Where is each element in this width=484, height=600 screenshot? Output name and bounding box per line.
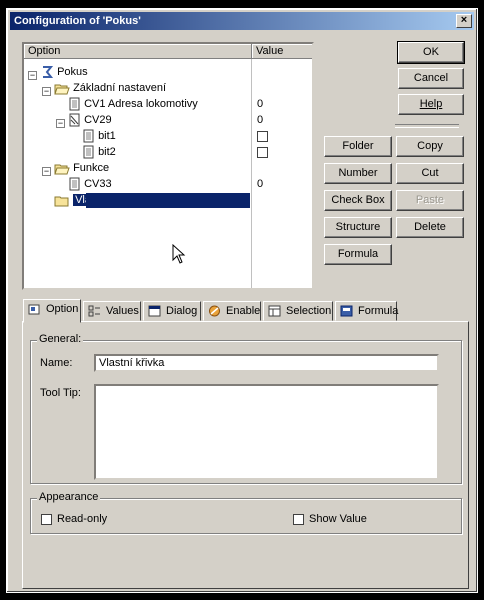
tree-node-label: Funkce [73,162,110,174]
tab-label: Selection [286,305,332,317]
tab-dialog[interactable]: Dialog [143,301,201,321]
mouse-cursor-icon [172,244,186,264]
tab-formula[interactable]: Formula [335,301,399,321]
tree-node-cv33[interactable]: CV33 [68,176,112,192]
folder-open-icon [54,84,70,95]
document-bits-icon [69,113,80,127]
tab-selection[interactable]: Selection [263,301,333,321]
window-title: Configuration of 'Pokus' [14,15,141,27]
close-button[interactable]: × [456,14,472,28]
bit2-checkbox[interactable] [257,147,268,158]
tree-node-label: CV29 [84,114,112,126]
button-separator [395,124,459,128]
tree-node-pokus[interactable]: Pokus [40,64,88,80]
configuration-dialog: Configuration of 'Pokus' × Option Value … [6,8,478,593]
tab-label: Dialog [166,305,198,317]
collapse-funkce-icon[interactable]: − [42,167,51,176]
show-value-checkbox[interactable] [293,514,304,525]
folder-icon [54,196,69,207]
root-icon [43,66,54,79]
tree-node-label: Základní nastavení [73,82,167,94]
cut-button[interactable]: Cut [396,163,464,184]
collapse-cv29-icon[interactable]: − [56,119,65,128]
tree-node-zakladni-nastaveni[interactable]: Základní nastavení [54,80,166,96]
value-cv1[interactable]: 0 [257,96,263,112]
tab-option[interactable]: Option [23,299,81,323]
column-header-option[interactable]: Option [24,44,252,59]
document-icon [69,177,80,191]
name-label: Name: [40,357,73,369]
appearance-legend: Appearance [37,491,101,503]
tree-node-label: CV1 Adresa lokomotivy [84,98,198,110]
title-bar[interactable]: Configuration of 'Pokus' × [10,12,474,30]
formula-tab-icon [340,305,353,317]
help-label: Help [419,98,443,110]
read-only-label[interactable]: Read-only [57,513,107,525]
bit1-checkbox[interactable] [257,131,268,142]
enable-tab-icon [209,305,220,317]
tab-label: Enable [226,305,261,317]
option-tab-panel: General: Name: Vlastní křivka Tool Tip: … [22,321,469,589]
tree-node-cv29[interactable]: CV29 [68,112,112,128]
value-cv33[interactable]: 0 [257,176,263,192]
values-tab-icon [88,305,100,317]
general-legend: General: [37,333,84,345]
option-tree[interactable]: Option Value − Pokus − Základní nastaven… [22,42,314,290]
tree-node-cv1[interactable]: CV1 Adresa lokomotivy [68,96,198,112]
check-box-button[interactable]: Check Box [324,190,392,211]
structure-button[interactable]: Structure [324,217,392,238]
document-icon [83,129,94,143]
paste-button[interactable]: Paste [396,190,464,211]
delete-button[interactable]: Delete [396,217,464,238]
tab-label: Values [106,305,139,317]
read-only-checkbox[interactable] [41,514,52,525]
tree-node-label: Pokus [57,66,88,78]
cancel-button[interactable]: Cancel [398,68,464,89]
tab-values[interactable]: Values [83,301,141,321]
tooltip-textarea[interactable] [94,384,439,480]
folder-open-icon [54,164,70,175]
folder-button[interactable]: Folder [324,136,392,157]
ok-button[interactable]: OK [397,41,465,64]
tab-label: Formula [358,305,399,317]
collapse-pokus-icon[interactable]: − [28,71,37,80]
tree-node-label: CV33 [84,178,112,190]
tab-enable[interactable]: Enable [203,301,261,321]
tree-node-bit1[interactable]: bit1 [82,128,116,144]
tree-node-funkce[interactable]: Funkce [54,160,109,176]
show-value-label[interactable]: Show Value [309,513,367,525]
name-input[interactable]: Vlastní křivka [94,354,439,372]
selection-tab-icon [268,305,281,317]
number-button[interactable]: Number [324,163,392,184]
tooltip-label: Tool Tip: [40,387,81,399]
copy-button[interactable]: Copy [396,136,464,157]
document-icon [69,97,80,111]
formula-button[interactable]: Formula [324,244,392,265]
help-button[interactable]: Help [398,94,464,115]
option-tab-icon [28,304,40,315]
tree-node-label: bit2 [98,146,116,158]
tree-node-label: bit1 [98,130,116,142]
selection-highlight [86,193,250,208]
collapse-zakladni-icon[interactable]: − [42,87,51,96]
document-icon [83,145,94,159]
column-header-value[interactable]: Value [252,44,312,59]
tree-node-bit2[interactable]: bit2 [82,144,116,160]
tab-label: Option [46,303,79,315]
value-cv29[interactable]: 0 [257,112,263,128]
dialog-tab-icon [148,305,161,317]
column-divider [251,59,252,288]
